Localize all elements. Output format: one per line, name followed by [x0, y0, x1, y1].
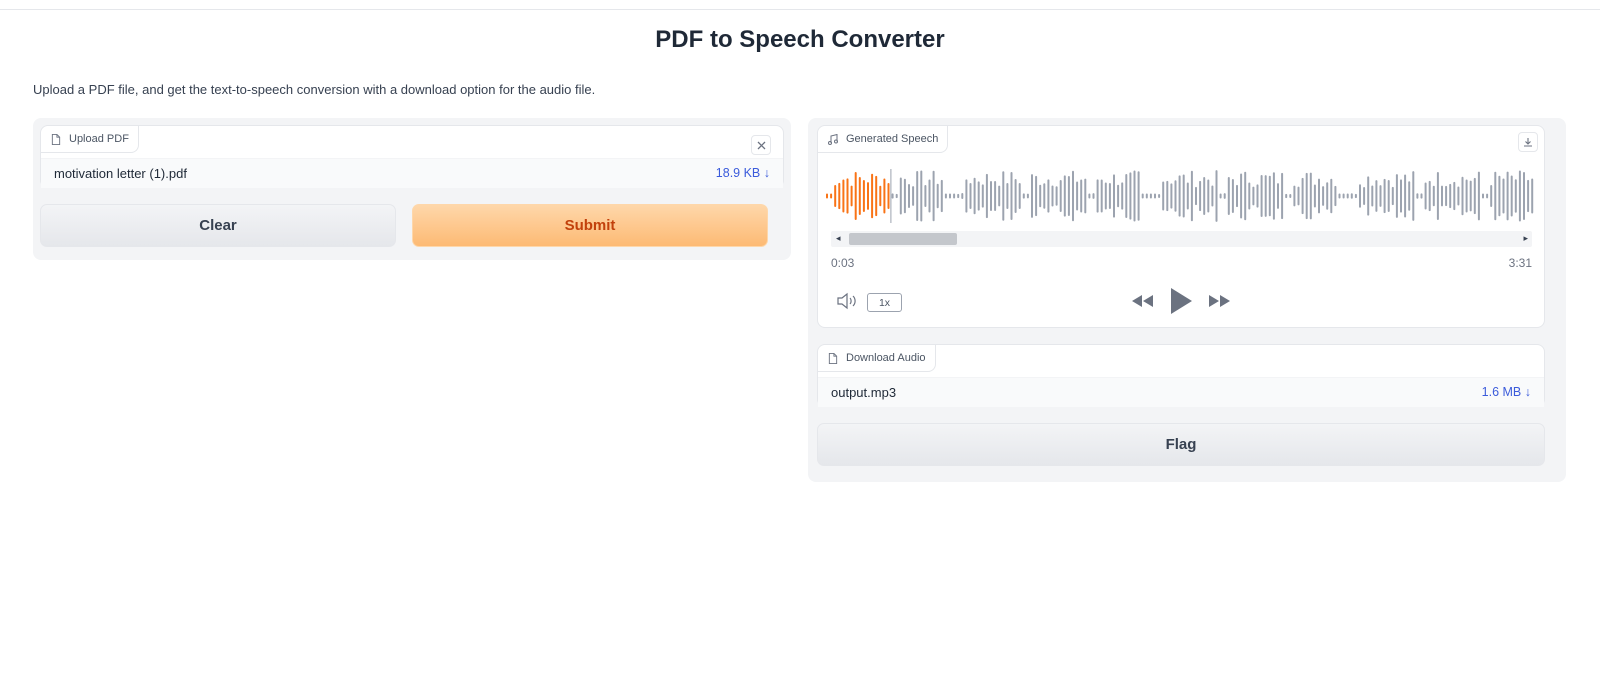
clear-button[interactable]: Clear — [40, 204, 396, 247]
submit-button[interactable]: Submit — [412, 204, 768, 247]
close-icon — [757, 141, 765, 149]
download-speech-button[interactable] — [1518, 132, 1538, 152]
waveform-scrollbar[interactable]: ◂ ▸ — [831, 231, 1532, 247]
music-note-icon — [828, 134, 838, 145]
page-description: Upload a PDF file, and get the text-to-s… — [33, 82, 596, 97]
download-audio-component: Download Audio output.mp3 1.6 MB ↓ — [817, 344, 1545, 407]
file-icon — [51, 134, 61, 145]
output-panel: Generated Speech ◂ ▸ 0:03 3:31 1x Downlo… — [808, 118, 1566, 482]
volume-icon[interactable] — [836, 292, 858, 310]
file-icon — [828, 353, 838, 364]
download-icon — [1524, 138, 1532, 147]
download-audio-label-text: Download Audio — [846, 352, 926, 364]
output-file-row: output.mp3 1.6 MB ↓ — [818, 377, 1544, 407]
generated-speech-label: Generated Speech — [818, 126, 949, 153]
uploaded-file-size-link[interactable]: 18.9 KB ↓ — [716, 166, 770, 180]
flag-button[interactable]: Flag — [817, 423, 1545, 466]
total-duration: 3:31 — [1508, 256, 1532, 270]
scroll-right-arrow[interactable]: ▸ — [1523, 233, 1528, 244]
output-file-size-link[interactable]: 1.6 MB ↓ — [1482, 385, 1531, 399]
upload-pdf-label-text: Upload PDF — [69, 133, 129, 145]
browser-top-bar — [0, 0, 1600, 10]
waveform-scrollbar-thumb[interactable] — [849, 233, 957, 245]
uploaded-file-name: motivation letter (1).pdf — [54, 166, 187, 181]
current-time: 0:03 — [831, 256, 855, 270]
input-panel: Upload PDF motivation letter (1).pdf 18.… — [33, 118, 791, 260]
output-file-name: output.mp3 — [831, 385, 897, 400]
uploaded-file-row: motivation letter (1).pdf 18.9 KB ↓ — [41, 158, 783, 188]
upload-pdf-component: Upload PDF motivation letter (1).pdf 18.… — [40, 125, 784, 188]
page-title: PDF to Speech Converter — [655, 26, 945, 53]
generated-speech-label-text: Generated Speech — [846, 133, 939, 145]
clear-file-button[interactable] — [751, 135, 771, 155]
download-audio-label: Download Audio — [818, 345, 936, 372]
audio-waveform[interactable] — [825, 165, 1535, 227]
rewind-icon[interactable] — [1130, 293, 1154, 309]
playback-rate-button[interactable]: 1x — [867, 293, 902, 312]
scroll-left-arrow[interactable]: ◂ — [836, 233, 841, 244]
play-icon[interactable] — [1169, 287, 1193, 315]
generated-speech-component: Generated Speech ◂ ▸ 0:03 3:31 1x — [817, 125, 1545, 328]
fast-forward-icon[interactable] — [1208, 293, 1232, 309]
upload-pdf-label: Upload PDF — [41, 126, 139, 153]
